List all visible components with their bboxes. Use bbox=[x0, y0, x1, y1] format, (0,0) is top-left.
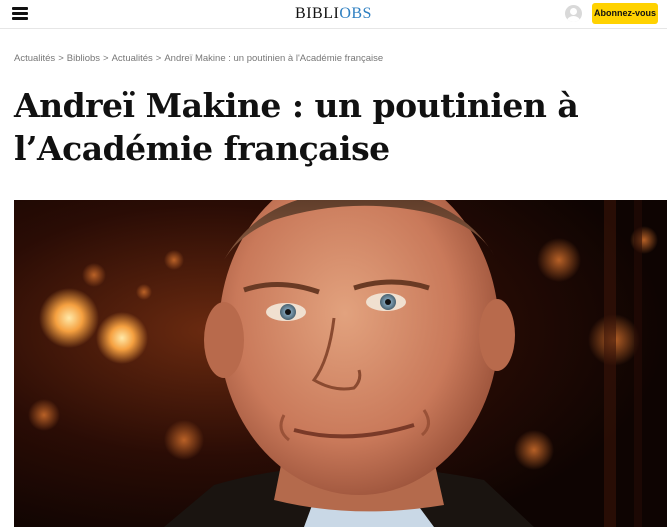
article-hero-image bbox=[14, 200, 667, 527]
logo-text-obs: OBS bbox=[339, 5, 372, 22]
article-title-line-2: l’Académie française bbox=[14, 129, 390, 168]
user-icon[interactable] bbox=[565, 5, 582, 22]
breadcrumb-item-actualites[interactable]: Actualités bbox=[14, 53, 55, 64]
breadcrumb-item-current: Andreï Makine : un poutinien à l'Académi… bbox=[164, 53, 384, 64]
user-icon-body bbox=[567, 16, 580, 22]
portrait-photo bbox=[14, 200, 667, 527]
article-title: Andreï Makine : un poutinien à l’Académi… bbox=[14, 84, 654, 170]
breadcrumb-separator: > bbox=[103, 53, 109, 64]
article-title-line-1: Andreï Makine : un poutinien à bbox=[14, 86, 579, 125]
breadcrumb-separator: > bbox=[58, 53, 64, 64]
right-ear bbox=[479, 299, 515, 371]
logo-text-bibli: BIBLI bbox=[295, 5, 340, 22]
left-pupil bbox=[285, 309, 291, 315]
top-navigation-bar: BIBLIOBS Abonnez-vous bbox=[0, 0, 667, 29]
breadcrumb: Actualités > Bibliobs > Actualités > Andreï Ma… bbox=[14, 53, 383, 64]
breadcrumb-separator: > bbox=[155, 53, 162, 64]
subscribe-button[interactable]: Abonnez-vous bbox=[592, 3, 658, 24]
right-pupil bbox=[385, 299, 391, 305]
left-ear bbox=[204, 302, 244, 378]
breadcrumb-item-actualites-2[interactable]: Actualités bbox=[112, 53, 153, 64]
breadcrumb-item-bibliobs[interactable]: Bibliobs bbox=[67, 53, 100, 64]
user-icon-head bbox=[570, 8, 577, 15]
